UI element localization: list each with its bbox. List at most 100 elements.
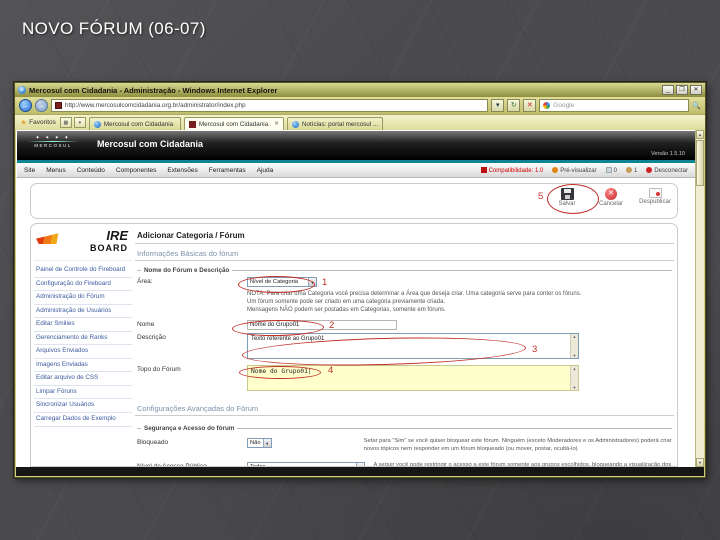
nota-line-1: NOTA: Para criar uma Categoria você prec… bbox=[247, 291, 582, 297]
status-compatibilidade[interactable]: Compatibilidade: 1.0 bbox=[480, 166, 543, 174]
fb-menu-arquivos[interactable]: Arquivos Enviados bbox=[34, 345, 132, 359]
bloqueado-label: Bloqueado bbox=[137, 439, 169, 447]
tab-2-active[interactable]: Mercosul com Cidadania ... ✕ bbox=[183, 117, 284, 130]
tab1-favicon bbox=[93, 120, 101, 128]
fb-menu-admin-forum[interactable]: Administração do Fórum bbox=[34, 291, 132, 305]
tabs-grid-icon: ▦ bbox=[63, 120, 69, 126]
annotation-number-5: 5 bbox=[538, 191, 544, 202]
tab-list-button[interactable]: ▾ bbox=[73, 117, 86, 128]
area-label: Área: bbox=[137, 278, 153, 285]
annotation-number-4: 4 bbox=[328, 365, 334, 376]
message-icon bbox=[605, 166, 612, 173]
fireboard-logo-line2: BOARD bbox=[90, 243, 128, 253]
textarea-scrollbar[interactable]: ▲ ▼ bbox=[570, 366, 578, 391]
menu-extensoes[interactable]: Extensões bbox=[167, 167, 197, 174]
fireboard-logo: IRE BOARD bbox=[34, 227, 132, 261]
scroll-up-icon[interactable]: ▲ bbox=[573, 334, 577, 339]
menu-ajuda[interactable]: Ajuda bbox=[257, 167, 274, 174]
minimize-icon: _ bbox=[666, 87, 670, 93]
status-desconectar[interactable]: Desconectar bbox=[646, 166, 688, 174]
scroll-down-icon[interactable]: ▼ bbox=[696, 458, 704, 467]
shield-icon bbox=[480, 166, 487, 173]
cancel-label: Cancelar bbox=[598, 201, 623, 207]
admin-header: ✦ ✦ ✦ ✦ MERCOSUL Mercosul com Cidadania … bbox=[17, 131, 695, 160]
url-input[interactable]: http://www.mercosulcomcidadania.org.br/a… bbox=[51, 99, 489, 112]
admin-status-area: Compatibilidade: 1.0 Pré-visualizar 0 1 … bbox=[480, 166, 688, 174]
tab-close-icon[interactable]: ✕ bbox=[274, 121, 279, 127]
browser-window: e Mercosul com Cidadania - Administração… bbox=[14, 82, 706, 478]
fb-menu-limpar[interactable]: Limpar Fóruns bbox=[34, 386, 132, 400]
maximize-icon: ❐ bbox=[679, 87, 685, 93]
tab3-title: Notícias: portal mercosul ... bbox=[301, 120, 378, 128]
fireboard-menu: Painel de Controle do Fireboard Configur… bbox=[34, 264, 132, 427]
scroll-up-icon[interactable]: ▲ bbox=[573, 366, 575, 371]
fireboard-logo-line1: IRE bbox=[106, 228, 128, 243]
fb-menu-imagens[interactable]: Imagens Enviadas bbox=[34, 359, 132, 373]
fb-menu-admin-usuarios[interactable]: Administração de Usuários bbox=[34, 305, 132, 319]
maximize-button[interactable]: ❐ bbox=[676, 85, 688, 95]
scroll-down-icon[interactable]: ▼ bbox=[573, 385, 575, 390]
fb-menu-configuracao[interactable]: Configuração do Fireboard bbox=[34, 278, 132, 292]
page-scrollbar[interactable]: ▲ ▼ bbox=[695, 130, 704, 467]
fb-menu-smilies[interactable]: Editar Smilies bbox=[34, 318, 132, 332]
fieldset-security: Segurança e Acesso do fórum Bloqueado Nã… bbox=[137, 425, 672, 466]
stop-icon: ✕ bbox=[526, 102, 533, 109]
status-users[interactable]: 1 bbox=[625, 166, 637, 174]
unpublish-button[interactable]: Despublicar bbox=[637, 188, 673, 205]
bloqueado-select[interactable]: Não ▾ bbox=[247, 438, 272, 449]
tab-1[interactable]: Mercosul com Cidadania bbox=[88, 117, 181, 130]
menu-componentes[interactable]: Componentes bbox=[116, 167, 156, 174]
area-row: Área: Nível de Categoria ▾ bbox=[137, 277, 672, 287]
status-messages[interactable]: 0 bbox=[605, 166, 617, 174]
screenshot-crop-strip bbox=[16, 467, 704, 476]
logo-text: MERCOSUL bbox=[34, 143, 72, 148]
admin-site-title: Mercosul com Cidadania bbox=[97, 139, 204, 149]
back-icon: ← bbox=[21, 101, 30, 110]
nome-row: Nome Nome do Grupo01 bbox=[137, 320, 672, 331]
url-dropdown-button[interactable]: ▾ bbox=[491, 99, 505, 112]
stop-button[interactable]: ✕ bbox=[523, 99, 537, 112]
favorites-group: ★ Favoritos ▦ ▾ bbox=[20, 115, 86, 130]
favorites-label[interactable]: Favoritos bbox=[29, 119, 56, 126]
close-button[interactable]: ✕ bbox=[690, 85, 702, 95]
fb-menu-ranks[interactable]: Gerenciamento de Ranks bbox=[34, 332, 132, 346]
cancel-x-icon: ✕ bbox=[605, 188, 617, 200]
topo-label: Topo do Fórum bbox=[137, 366, 181, 374]
tab1-title: Mercosul com Cidadania bbox=[103, 120, 174, 128]
minimize-button[interactable]: _ bbox=[662, 85, 674, 95]
status-previsualizar[interactable]: Pré-visualizar bbox=[552, 166, 597, 174]
scroll-up-icon[interactable]: ▲ bbox=[696, 130, 704, 139]
page-content: ✦ ✦ ✦ ✦ MERCOSUL Mercosul com Cidadania … bbox=[16, 130, 704, 476]
search-button[interactable]: 🔍 bbox=[692, 102, 701, 110]
descricao-label: Descrição bbox=[137, 334, 166, 342]
tab-3[interactable]: Notícias: portal mercosul ... bbox=[286, 117, 383, 130]
back-button[interactable]: ← bbox=[19, 99, 32, 112]
fb-menu-carregar[interactable]: Carregar Dados de Exemplo bbox=[34, 413, 132, 427]
annotation-circle-1 bbox=[238, 276, 315, 293]
bloqueado-help: Setar para "Sim" se você quiser bloquear… bbox=[363, 438, 672, 453]
menu-site[interactable]: Site bbox=[24, 167, 35, 174]
scroll-down-icon[interactable]: ▼ bbox=[573, 353, 577, 358]
chevron-down-icon: ▾ bbox=[496, 102, 500, 109]
forward-button[interactable]: → bbox=[35, 99, 48, 112]
annotation-number-1: 1 bbox=[322, 277, 328, 288]
menu-menus[interactable]: Menus bbox=[46, 167, 66, 174]
search-icon: 🔍 bbox=[692, 102, 701, 110]
fireboard-flame-icon bbox=[36, 232, 64, 244]
refresh-button[interactable]: ↻ bbox=[507, 99, 521, 112]
admin-menubar: Site Menus Conteúdo Componentes Extensõe… bbox=[17, 163, 695, 178]
menu-conteudo[interactable]: Conteúdo bbox=[77, 167, 105, 174]
fieldset-security-legend: Segurança e Acesso do fórum bbox=[141, 425, 238, 433]
menu-ferramentas[interactable]: Ferramentas bbox=[209, 167, 246, 174]
fb-menu-sincronizar[interactable]: Sincronizar Usuários bbox=[34, 399, 132, 414]
search-input[interactable]: Google bbox=[539, 99, 690, 112]
site-favicon bbox=[55, 102, 62, 109]
textarea-scrollbar[interactable]: ▲ ▼ bbox=[570, 334, 578, 359]
fb-menu-css[interactable]: Editar arquivo de CSS bbox=[34, 372, 132, 386]
scrollbar-thumb[interactable] bbox=[696, 140, 704, 186]
tab3-favicon bbox=[291, 120, 299, 128]
annotation-number-2: 2 bbox=[329, 320, 335, 331]
quick-tabs-button[interactable]: ▦ bbox=[59, 117, 72, 128]
fieldset-name-legend: Nome do Fórum e Descrição bbox=[141, 267, 233, 274]
fb-menu-painel[interactable]: Painel de Controle do Fireboard bbox=[34, 264, 132, 278]
